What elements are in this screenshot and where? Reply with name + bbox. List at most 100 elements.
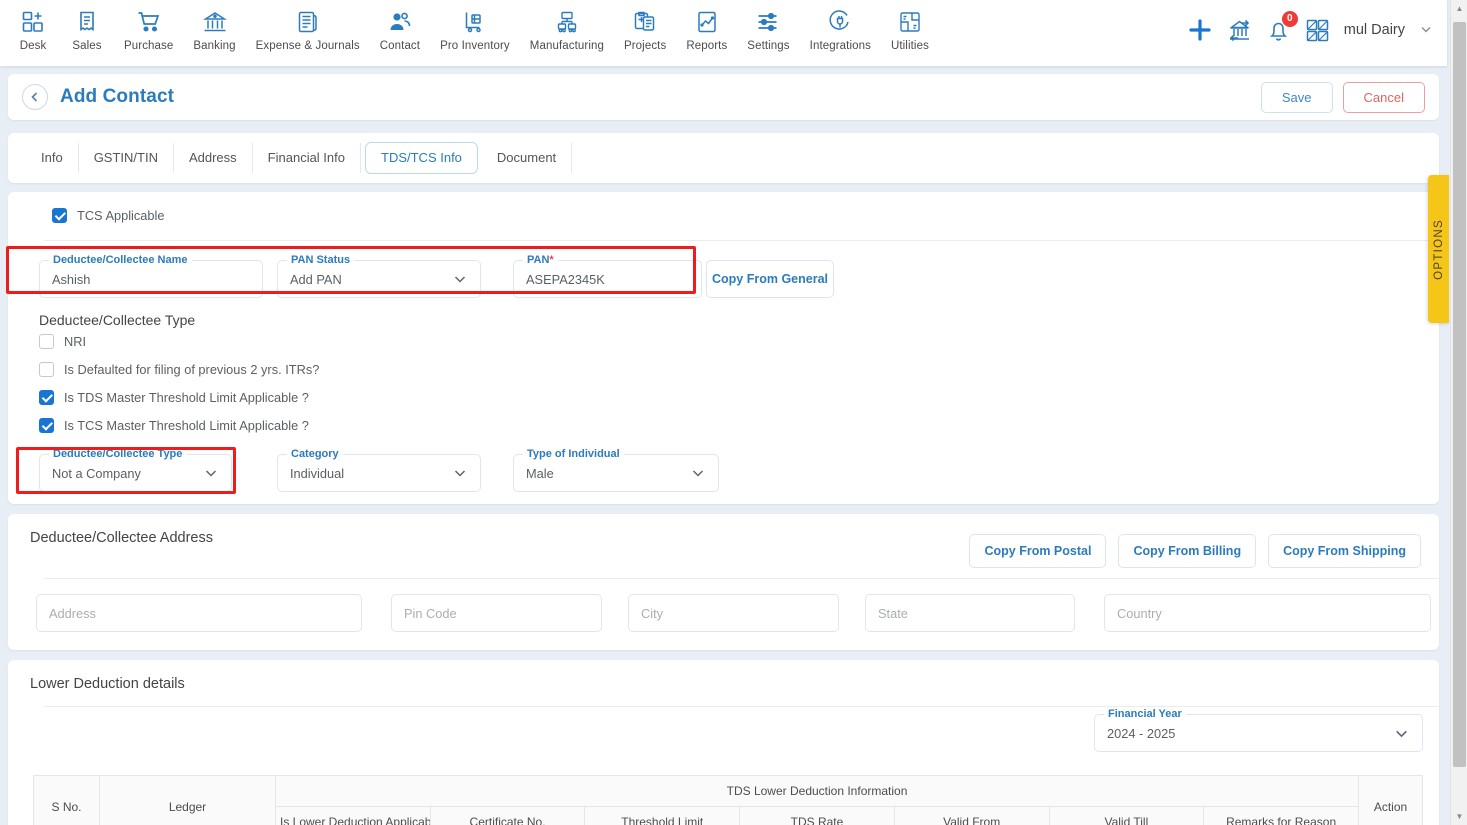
pan-legend: PAN* bbox=[523, 254, 558, 266]
cancel-button[interactable]: Cancel bbox=[1342, 81, 1425, 113]
deductee-type-select[interactable]: Deductee/Collectee Type Not a Company bbox=[39, 448, 232, 492]
chevron-down-icon[interactable] bbox=[1419, 22, 1433, 39]
checkbox-3[interactable] bbox=[39, 418, 54, 433]
tcs-applicable-checkbox[interactable] bbox=[52, 208, 67, 223]
tab-tds-tcs-info[interactable]: TDS/TCS Info bbox=[365, 142, 478, 174]
th-is-lower-deduction-applicable: Is Lower Deduction Applicable? bbox=[275, 806, 431, 825]
th-remarks-for-reason: Remarks for Reason bbox=[1203, 806, 1359, 825]
triangle-down-icon[interactable]: ▼ bbox=[1451, 808, 1467, 825]
nav-item-expense-journals[interactable]: Expense & Journals bbox=[246, 0, 370, 52]
pan-status-legend: PAN Status bbox=[287, 254, 355, 266]
nav-item-utilities[interactable]: Utilities bbox=[881, 0, 939, 52]
tcs-applicable-label: TCS Applicable bbox=[77, 208, 165, 223]
nav-item-label: Settings bbox=[747, 40, 790, 52]
lower-deduction-title: Lower Deduction details bbox=[30, 676, 185, 692]
nav-item-reports[interactable]: Reports bbox=[676, 0, 737, 52]
type-of-individual-legend: Type of Individual bbox=[523, 448, 624, 460]
company-name[interactable]: mul Dairy bbox=[1344, 22, 1405, 38]
nav-item-pro-inventory[interactable]: Pro Inventory bbox=[430, 0, 520, 52]
type-of-individual-select[interactable]: Type of Individual Male bbox=[513, 448, 719, 492]
scrollbar-thumb[interactable] bbox=[1453, 22, 1466, 767]
chevron-down-icon[interactable] bbox=[452, 465, 468, 481]
nav-item-purchase[interactable]: Purchase bbox=[114, 0, 183, 52]
tcs-applicable-row[interactable]: TCS Applicable bbox=[52, 208, 165, 223]
deductee-type-checkbox-row[interactable]: Is TCS Master Threshold Limit Applicable… bbox=[39, 418, 319, 433]
notification-bell-icon[interactable]: 0 bbox=[1266, 10, 1298, 43]
chevron-down-icon[interactable] bbox=[1393, 725, 1410, 742]
chevron-down-icon[interactable] bbox=[690, 465, 706, 481]
chevron-down-icon[interactable] bbox=[203, 465, 219, 481]
apps-grid-icon[interactable] bbox=[1305, 18, 1330, 43]
nav-item-label: Contact bbox=[379, 40, 421, 52]
top-navigation-bar: Desk Sales Purchase Banking Expense & Journa… bbox=[0, 0, 1447, 66]
th-ledger: Ledger bbox=[99, 775, 276, 825]
nav-right-actions: 0 mul Dairy bbox=[1187, 0, 1447, 60]
purchase-cart-icon bbox=[137, 8, 161, 36]
address-input-country[interactable]: Country bbox=[1104, 594, 1431, 632]
nav-item-settings[interactable]: Settings bbox=[737, 0, 799, 52]
lower-deduction-table: S No. Ledger TDS Lower Deduction Informa… bbox=[33, 775, 1423, 825]
address-input-address[interactable]: Address bbox=[36, 594, 362, 632]
th-tds-rate: TDS Rate bbox=[739, 806, 895, 825]
pan-value: ASEPA2345K bbox=[526, 271, 605, 287]
integrations-plug-icon bbox=[828, 8, 852, 36]
address-input-state[interactable]: State bbox=[865, 594, 1075, 632]
th-valid-from: Valid From bbox=[893, 806, 1050, 825]
nav-item-banking[interactable]: Banking bbox=[183, 0, 245, 52]
deductee-type-legend: Deductee/Collectee Type bbox=[49, 448, 187, 460]
nav-item-label: Projects bbox=[623, 40, 667, 52]
deductee-type-checkbox-row[interactable]: NRI bbox=[39, 334, 319, 349]
nav-item-integrations[interactable]: Integrations bbox=[800, 0, 881, 52]
placeholder-text: City bbox=[641, 605, 664, 621]
tab-document[interactable]: Document bbox=[482, 143, 573, 173]
deductee-type-checkbox-row[interactable]: Is Defaulted for filing of previous 2 yr… bbox=[39, 362, 319, 377]
tab-info[interactable]: Info bbox=[26, 143, 79, 173]
copy-from-postal-button[interactable]: Copy From Postal bbox=[969, 534, 1107, 568]
nav-item-label: Purchase bbox=[124, 40, 174, 52]
deductee-address-card: Deductee/Collectee Address Copy From Pos… bbox=[8, 514, 1439, 650]
th-threshold-limit: Threshold Limit bbox=[584, 806, 741, 825]
category-legend: Category bbox=[287, 448, 343, 460]
divider bbox=[44, 240, 1439, 241]
utilities-icon bbox=[898, 8, 922, 36]
financial-year-select[interactable]: Financial Year 2024 - 2025 bbox=[1094, 708, 1423, 752]
checkbox-0[interactable] bbox=[39, 334, 54, 349]
nav-item-manufacturing[interactable]: Manufacturing bbox=[520, 0, 614, 52]
tab-financial-info[interactable]: Financial Info bbox=[253, 143, 361, 173]
page-title: Add Contact bbox=[60, 86, 175, 107]
copy-from-general-button[interactable]: Copy From General bbox=[706, 260, 834, 298]
category-select[interactable]: Category Individual bbox=[277, 448, 481, 492]
options-side-tab[interactable]: OPTIONS bbox=[1428, 175, 1449, 323]
checkbox-1[interactable] bbox=[39, 362, 54, 377]
nav-item-projects[interactable]: Projects bbox=[614, 0, 676, 52]
copy-from-billing-button[interactable]: Copy From Billing bbox=[1118, 534, 1257, 568]
page-scrollbar[interactable]: ▲ ▼ bbox=[1450, 0, 1467, 825]
triangle-up-icon[interactable]: ▲ bbox=[1451, 0, 1467, 17]
deductee-type-value: Not a Company bbox=[52, 465, 141, 481]
plus-icon[interactable] bbox=[1187, 17, 1213, 43]
bank-transfer-icon[interactable] bbox=[1227, 18, 1252, 43]
sales-icon bbox=[75, 8, 99, 36]
address-input-pin-code[interactable]: Pin Code bbox=[391, 594, 602, 632]
options-side-tab-label: OPTIONS bbox=[1432, 218, 1445, 280]
copy-from-shipping-button[interactable]: Copy From Shipping bbox=[1268, 534, 1421, 568]
pan-status-select[interactable]: PAN Status Add PAN bbox=[277, 254, 481, 298]
pan-field[interactable]: PAN* ASEPA2345K bbox=[513, 254, 702, 298]
save-button[interactable]: Save bbox=[1260, 81, 1333, 113]
chevron-down-icon[interactable] bbox=[452, 271, 468, 287]
deductee-type-checkbox-row[interactable]: Is TDS Master Threshold Limit Applicable… bbox=[39, 390, 319, 405]
nav-item-label: Sales bbox=[72, 40, 102, 52]
tab-gstin-tin[interactable]: GSTIN/TIN bbox=[79, 143, 174, 173]
journal-icon bbox=[296, 8, 320, 36]
nav-item-contact[interactable]: Contact bbox=[370, 0, 430, 52]
back-button[interactable] bbox=[22, 84, 48, 110]
deductee-name-field[interactable]: Deductee/Collectee Name Ashish bbox=[39, 254, 263, 298]
th-certificate-no: Certificate No. bbox=[429, 806, 586, 825]
nav-item-desk[interactable]: Desk bbox=[6, 0, 60, 52]
nav-item-sales[interactable]: Sales bbox=[60, 0, 114, 52]
address-input-city[interactable]: City bbox=[628, 594, 839, 632]
desk-icon bbox=[21, 8, 45, 36]
tab-address[interactable]: Address bbox=[174, 143, 253, 173]
contact-people-icon bbox=[388, 8, 412, 36]
checkbox-2[interactable] bbox=[39, 390, 54, 405]
